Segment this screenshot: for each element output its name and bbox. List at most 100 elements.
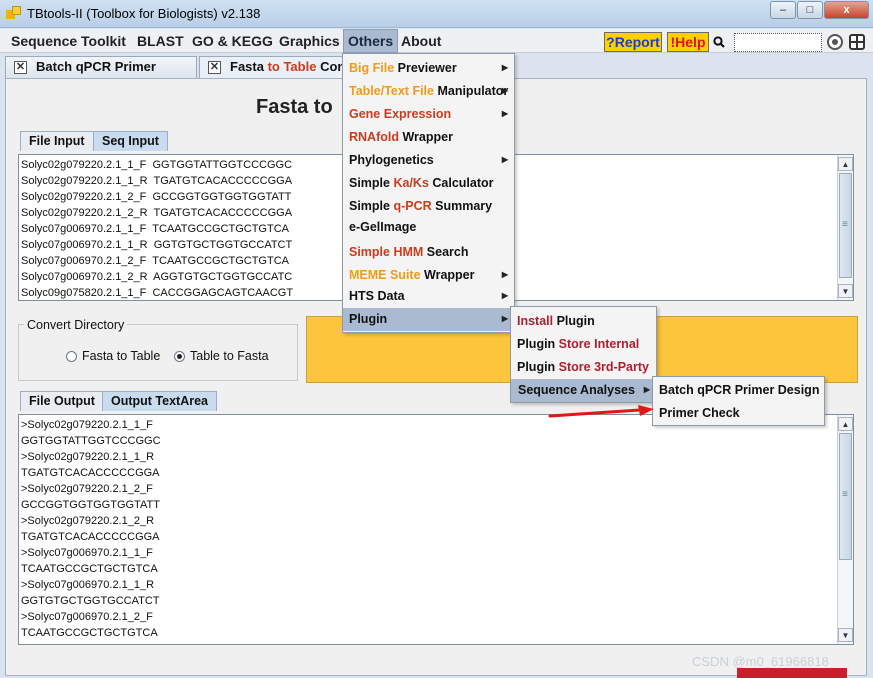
menu-blast[interactable]: BLAST (133, 32, 188, 52)
menu-item-label: Plugin (517, 337, 559, 351)
search-icon[interactable] (713, 36, 725, 48)
menu-item-label: Store 3rd-Party (558, 360, 649, 374)
menu-item-label: Install (517, 314, 554, 328)
output-line: GCCGGTGGTGGTGGTATT (21, 499, 160, 511)
report-button[interactable]: ?Report (604, 32, 662, 52)
tab-output-textarea[interactable]: Output TextArea (102, 391, 217, 411)
scroll-thumb[interactable] (839, 173, 852, 278)
menu-item-label: Previewer (394, 61, 457, 75)
menu-item-others-9[interactable]: MEME Suite Wrapper ▶ (343, 264, 514, 287)
output-line: >Solyc07g006970.2.1_1_F (21, 547, 153, 559)
menu-item-plugin-store-internal[interactable]: Plugin Store Internal (511, 333, 656, 356)
radio-fasta-to-table[interactable] (66, 351, 77, 362)
output-line: TCAATGCCGCTGCTGTCA (21, 627, 158, 639)
output-lines: >Solyc02g079220.2.1_1_F GGTGGTATTGGTCCCGG… (19, 415, 853, 641)
theme-radio-icon[interactable] (827, 34, 843, 50)
taskbar-edge (737, 668, 847, 678)
menu-item-label: Wrapper (420, 268, 475, 282)
menu-item-label: Store Internal (558, 337, 640, 351)
menu-item-others-6[interactable]: Simple q-PCR Summary (343, 195, 514, 218)
scroll-thumb[interactable] (839, 433, 852, 560)
menu-item-label: Plugin (553, 314, 595, 328)
sequence-analyses-submenu: Batch qPCR Primer Design Primer Check (652, 376, 825, 426)
output-line: >Solyc02g079220.2.1_1_R (21, 451, 155, 463)
maximize-button[interactable]: □ (797, 1, 823, 19)
scroll-up-icon[interactable]: ▲ (838, 417, 853, 431)
menu-sequence-toolkit[interactable]: Sequence Toolkit (7, 32, 130, 52)
title-bar: TBtools-II (Toolbox for Biologists) v2.1… (0, 0, 873, 28)
menu-item-label: Plugin (517, 360, 559, 374)
chevron-right-icon: ▶ (501, 270, 508, 279)
tab-seq-input[interactable]: Seq Input (93, 131, 168, 151)
chevron-right-icon: ▶ (501, 86, 508, 95)
output-textarea[interactable]: >Solyc02g079220.2.1_1_F GGTGGTATTGGTCCCGG… (18, 414, 854, 645)
menu-item-label: Search (423, 245, 469, 259)
menu-item-sequence-analyses[interactable]: Sequence Analyses ▶ (511, 379, 656, 402)
menu-item-plugin-store-3rd-party[interactable]: Plugin Store 3rd-Party (511, 356, 656, 379)
output-line: GGTGTGCTGGTGCCATCT (21, 595, 160, 607)
tab-file-input[interactable]: File Input (20, 131, 94, 151)
minimize-button[interactable]: – (770, 1, 796, 19)
menu-item-label: Big File (349, 61, 395, 75)
menu-item-primer-check[interactable]: Primer Check (653, 402, 824, 425)
menu-item-others-4[interactable]: Phylogenetics ▶ (343, 149, 514, 172)
menu-item-others-11[interactable]: Plugin ▶ (343, 308, 514, 331)
menu-item-label: Simple (349, 176, 394, 190)
menu-item-others-8[interactable]: Simple HMM Search (343, 241, 514, 264)
output-line: >Solyc02g079220.2.1_2_F (21, 483, 153, 495)
chevron-right-icon: ▶ (501, 291, 508, 300)
scroll-down-icon[interactable]: ▼ (838, 628, 853, 642)
help-button[interactable]: !Help (667, 32, 709, 52)
menu-item-label: Manipulator (433, 84, 509, 98)
tab-file-output[interactable]: File Output (20, 391, 104, 411)
menu-item-others-2[interactable]: Gene Expression ▶ (343, 103, 514, 126)
menu-item-others-5[interactable]: Simple Ka/Ks Calculator (343, 172, 514, 195)
output-line: >Solyc07g006970.2.1_2_F (21, 611, 153, 623)
output-line: >Solyc02g079220.2.1_2_R (21, 515, 155, 527)
others-dropdown-menu: Big File Previewer ▶ Table/Text File Manip… (342, 53, 515, 333)
radio-label-table-to-fasta: Table to Fasta (190, 349, 269, 363)
menu-bar: Sequence Toolkit BLAST GO & KEGG Graphic… (0, 29, 873, 53)
menu-item-label: Simple (349, 199, 394, 213)
menu-item-label: Ka/Ks (393, 176, 429, 190)
menu-item-label: q-PCR (393, 199, 432, 213)
watermark: CSDN @m0_61966818 (692, 654, 829, 669)
scroll-up-icon[interactable]: ▲ (838, 157, 853, 171)
tab-batch-qpcr-primer-design[interactable]: ✕ Batch qPCR Primer Design (5, 56, 197, 94)
output-line: TCAATGCCGCTGCTGTCA (21, 563, 158, 575)
output-scrollbar[interactable]: ▲ ▼ (837, 415, 853, 644)
menu-item-label: Calculator (428, 176, 494, 190)
tab-label-accent: to Table (267, 59, 317, 74)
close-icon[interactable]: ✕ (208, 61, 221, 74)
layout-grid-icon[interactable] (849, 34, 865, 50)
menu-go-kegg[interactable]: GO & KEGG (188, 32, 277, 52)
menu-about[interactable]: About (397, 32, 445, 52)
menu-item-label: e-GelImage (349, 220, 417, 234)
menu-item-batch-qpcr-primer-design[interactable]: Batch qPCR Primer Design (653, 379, 824, 402)
menu-item-others-10[interactable]: HTS Data ▶ (343, 285, 514, 308)
menu-item-label: Sequence Analyses (518, 383, 635, 397)
menu-item-install-plugin[interactable]: Install Plugin (511, 310, 656, 333)
close-button[interactable]: x (824, 1, 869, 19)
convert-directory-title: Convert Directory (24, 318, 128, 332)
menu-item-label: Wrapper (399, 130, 453, 144)
menu-item-others-7[interactable]: e-GelImage (343, 216, 514, 239)
menu-item-label: Phylogenetics (349, 153, 434, 167)
input-scrollbar[interactable]: ▲ ▼ (837, 155, 853, 300)
search-input[interactable] (734, 33, 822, 52)
menu-others[interactable]: Others (343, 29, 399, 53)
scroll-down-icon[interactable]: ▼ (838, 284, 853, 298)
tab-fasta-to-table[interactable]: ✕ Fasta to Table Conve (199, 56, 347, 78)
radio-table-to-fasta[interactable] (174, 351, 185, 362)
menu-graphics[interactable]: Graphics (275, 32, 344, 52)
close-icon[interactable]: ✕ (14, 61, 27, 74)
menu-item-others-1[interactable]: Table/Text File Manipulator ▶ (343, 80, 514, 103)
menu-item-label: MEME Suite (349, 268, 421, 282)
menu-item-label: RNAfold (349, 130, 399, 144)
annotation-arrow-icon (548, 405, 654, 418)
menu-item-others-0[interactable]: Big File Previewer ▶ (343, 57, 514, 80)
menu-item-label: Gene Expression (349, 107, 452, 121)
plugin-submenu: Install Plugin Plugin Store Internal Plu… (510, 306, 657, 403)
chevron-right-icon: ▶ (501, 314, 508, 323)
menu-item-others-3[interactable]: RNAfold Wrapper (343, 126, 514, 149)
